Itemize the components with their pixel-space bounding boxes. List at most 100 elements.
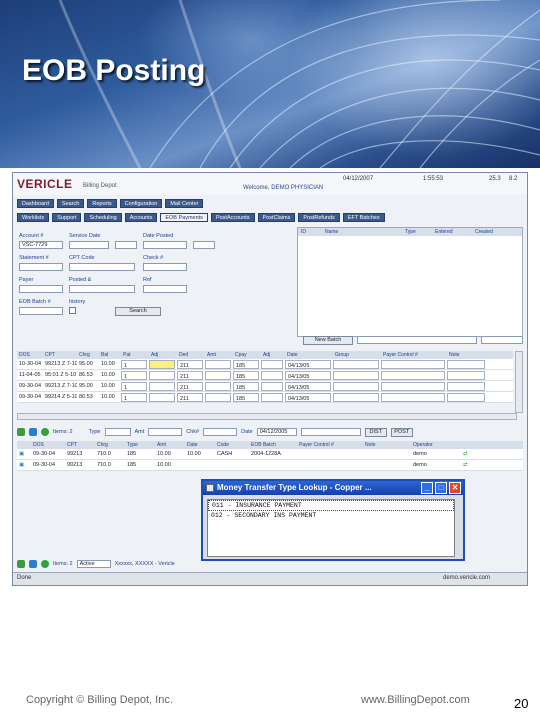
- table-row[interactable]: 10-30-04 99213 Z 7-10 95.00 10.00 1 211 …: [17, 359, 513, 370]
- close-icon[interactable]: ✕: [449, 482, 461, 494]
- tab-worklists[interactable]: Worklists: [17, 213, 50, 222]
- date-input[interactable]: 04/12/2005: [256, 428, 297, 436]
- table-row[interactable]: ▣ 09-30-04 99213 710.0 185 10.00 demo ⇄: [17, 460, 523, 471]
- cell-adj-input[interactable]: [149, 382, 175, 391]
- tab-post-claims[interactable]: PostClaims: [257, 213, 296, 222]
- cpt-code-input[interactable]: [69, 263, 135, 271]
- cell-adj-input[interactable]: [149, 371, 175, 380]
- transfer-type-list[interactable]: 011 - INSURANCE PAYMENT 012 - SECONDARY …: [207, 499, 455, 557]
- tab-scheduling[interactable]: Scheduling: [84, 213, 122, 222]
- distribution-select[interactable]: [300, 428, 361, 436]
- tab-post-accounts[interactable]: PostAccounts: [210, 213, 255, 222]
- cell-pat-input[interactable]: 1: [121, 393, 147, 402]
- tab-accounts[interactable]: Accounts: [124, 213, 158, 222]
- cell-date-input[interactable]: 04/13/05: [285, 382, 331, 391]
- batch-input[interactable]: [481, 336, 523, 344]
- cell-payer-control-input[interactable]: [381, 360, 445, 369]
- ref-input[interactable]: [143, 285, 187, 293]
- grid-vertical-scrollbar[interactable]: [515, 351, 523, 413]
- refresh-icon[interactable]: [29, 428, 37, 436]
- status-select[interactable]: Active: [76, 560, 111, 568]
- cell-payer-control-input[interactable]: [381, 382, 445, 391]
- date-posted-select[interactable]: [193, 241, 215, 249]
- dist-button[interactable]: DIST: [364, 427, 387, 437]
- cell-pat-input[interactable]: 1: [121, 360, 147, 369]
- tab-mail-center[interactable]: Mail Center: [165, 199, 204, 208]
- cell-cpay-input[interactable]: 185: [233, 393, 259, 402]
- table-row[interactable]: ▣ 09-30-04 99213 710.0 185 10.00 10.00 C…: [17, 449, 523, 460]
- maximize-icon[interactable]: □: [435, 482, 447, 494]
- tab-search[interactable]: Search: [56, 199, 85, 208]
- service-date-select[interactable]: [115, 241, 137, 249]
- cell-date-input[interactable]: 04/13/05: [285, 371, 331, 380]
- cell-group-input[interactable]: [333, 360, 379, 369]
- cell-amt-input[interactable]: [205, 393, 231, 402]
- row-action-icon[interactable]: ⇄: [461, 449, 473, 459]
- check-circle-icon[interactable]: [41, 560, 49, 568]
- grid-horizontal-scrollbar[interactable]: [17, 413, 517, 420]
- tab-eob-payments[interactable]: EOB Payments: [160, 213, 208, 222]
- table-row[interactable]: 09-30-04 99214 Z 5-10 86.53 10.00 1 211 …: [17, 392, 513, 403]
- chk-input[interactable]: [203, 428, 238, 436]
- download-icon[interactable]: [17, 560, 25, 568]
- tab-post-refunds[interactable]: PostRefunds: [298, 213, 340, 222]
- refresh-icon[interactable]: [29, 560, 37, 568]
- cell-group-input[interactable]: [333, 382, 379, 391]
- payer-input[interactable]: [19, 285, 63, 293]
- table-row[interactable]: 11-04-05 95:01 Z 5-10 86.53 10.00 1 211 …: [17, 370, 513, 381]
- cell-group-input[interactable]: [333, 393, 379, 402]
- posted-input[interactable]: [69, 285, 135, 293]
- download-icon[interactable]: [17, 428, 25, 436]
- tab-configuration[interactable]: Configuration: [119, 199, 163, 208]
- type-input[interactable]: [104, 428, 131, 436]
- cell-adj2-input[interactable]: [261, 360, 283, 369]
- check-circle-icon[interactable]: [41, 428, 49, 436]
- cell-note-input[interactable]: [447, 360, 485, 369]
- cell-cpay-input[interactable]: 185: [233, 382, 259, 391]
- search-button[interactable]: Search: [115, 307, 161, 316]
- cell-note-input[interactable]: [447, 382, 485, 391]
- tab-reports[interactable]: Reports: [87, 199, 117, 208]
- new-batch-button[interactable]: New Batch: [303, 336, 353, 345]
- cell-adj-input[interactable]: [149, 360, 175, 369]
- cell-ded-input[interactable]: 211: [177, 382, 203, 391]
- cell-adj-input[interactable]: [149, 393, 175, 402]
- cell-ded-input[interactable]: 211: [177, 371, 203, 380]
- cell-note-input[interactable]: [447, 371, 485, 380]
- cell-cpay-input[interactable]: 185: [233, 360, 259, 369]
- cell-pat-input[interactable]: 1: [121, 382, 147, 391]
- cell-date-input[interactable]: 04/13/05: [285, 360, 331, 369]
- cell-payer-control-input[interactable]: [381, 393, 445, 402]
- batch-select[interactable]: [357, 336, 477, 344]
- cell-adj2-input[interactable]: [261, 382, 283, 391]
- cell-pat-input[interactable]: 1: [121, 371, 147, 380]
- account-input[interactable]: VSC-7729: [19, 241, 63, 249]
- tab-support[interactable]: Support: [52, 213, 82, 222]
- service-date-input[interactable]: [69, 241, 109, 249]
- post-button[interactable]: POST: [390, 427, 413, 437]
- cell-group-input[interactable]: [333, 371, 379, 380]
- tab-eft-batches[interactable]: EFT Batches: [342, 213, 385, 222]
- tab-dashboard[interactable]: Dashboard: [17, 199, 54, 208]
- cell-amt-input[interactable]: [205, 360, 231, 369]
- row-action-icon[interactable]: ⇄: [461, 460, 473, 470]
- row-select-icon[interactable]: ▣: [17, 460, 31, 470]
- cell-amt-input[interactable]: [205, 371, 231, 380]
- cell-date-input[interactable]: 04/13/05: [285, 393, 331, 402]
- history-checkbox[interactable]: [69, 307, 76, 314]
- amt-input[interactable]: [148, 428, 183, 436]
- date-posted-input[interactable]: [143, 241, 187, 249]
- cell-adj2-input[interactable]: [261, 393, 283, 402]
- minimize-icon[interactable]: _: [421, 482, 433, 494]
- cell-payer-control-input[interactable]: [381, 371, 445, 380]
- eob-batch-input[interactable]: [19, 307, 63, 315]
- cell-note-input[interactable]: [447, 393, 485, 402]
- table-row[interactable]: 09-30-04 99213 Z 7-10 95.00 10.00 1 211 …: [17, 381, 513, 392]
- cell-adj2-input[interactable]: [261, 371, 283, 380]
- row-select-icon[interactable]: ▣: [17, 449, 31, 459]
- list-item[interactable]: 011 - INSURANCE PAYMENT: [208, 500, 454, 511]
- check-input[interactable]: [143, 263, 187, 271]
- cell-amt-input[interactable]: [205, 382, 231, 391]
- statement-input[interactable]: [19, 263, 63, 271]
- cell-ded-input[interactable]: 211: [177, 360, 203, 369]
